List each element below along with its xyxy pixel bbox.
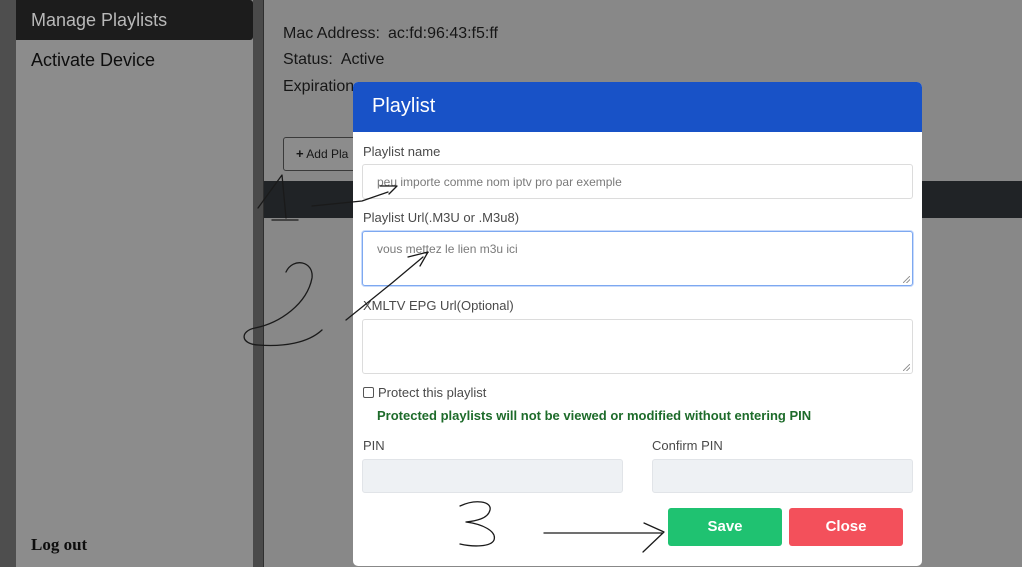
pin-input[interactable] xyxy=(362,459,623,493)
playlist-url-textarea[interactable]: vous mettez le lien m3u ici xyxy=(362,231,913,286)
modal-header: Playlist xyxy=(353,82,922,132)
resize-handle-icon[interactable] xyxy=(903,364,910,371)
protect-playlist-label[interactable]: Protect this playlist xyxy=(378,385,486,400)
confirm-pin-input[interactable] xyxy=(652,459,913,493)
playlist-name-input[interactable]: peu importe comme nom iptv pro par exemp… xyxy=(362,164,913,199)
pin-label: PIN xyxy=(363,438,385,453)
epg-url-label: XMLTV EPG Url(Optional) xyxy=(363,298,514,313)
sidebar-item-activate-device[interactable]: Activate Device xyxy=(16,40,253,80)
resize-handle-icon[interactable] xyxy=(903,276,910,283)
confirm-pin-label: Confirm PIN xyxy=(652,438,723,453)
sidebar-divider xyxy=(253,0,263,567)
expiration-label: Expiration xyxy=(283,78,355,95)
plus-icon: + xyxy=(296,146,304,161)
status-value: Active xyxy=(340,51,385,68)
close-button[interactable]: Close xyxy=(789,508,903,546)
sidebar: Manage Playlists Activate Device Log out xyxy=(16,0,253,567)
playlist-url-label: Playlist Url(.M3U or .M3u8) xyxy=(363,210,520,225)
epg-url-textarea[interactable] xyxy=(362,319,913,374)
mac-address-value: ac:fd:96:43:f5:ff xyxy=(387,25,498,42)
status-label: Status: xyxy=(283,51,333,68)
sidebar-item-manage-playlists[interactable]: Manage Playlists xyxy=(16,0,253,40)
status-row: Status: Active xyxy=(283,51,384,69)
playlist-name-label: Playlist name xyxy=(363,144,441,159)
add-playlist-label: Add Pla xyxy=(306,147,349,161)
logout-link[interactable]: Log out xyxy=(31,535,87,555)
mac-address-label: Mac Address: xyxy=(283,25,380,42)
modal-title: Playlist xyxy=(372,95,436,117)
playlist-modal: Playlist Playlist name peu importe comme… xyxy=(353,82,922,566)
mac-address-row: Mac Address: ac:fd:96:43:f5:ff xyxy=(283,25,498,43)
protect-warning-text: Protected playlists will not be viewed o… xyxy=(377,408,812,423)
save-button[interactable]: Save xyxy=(668,508,782,546)
playlist-url-text: vous mettez le lien m3u ici xyxy=(377,242,518,256)
expiration-row: Expiration xyxy=(283,78,354,96)
protect-playlist-checkbox[interactable] xyxy=(363,387,374,398)
